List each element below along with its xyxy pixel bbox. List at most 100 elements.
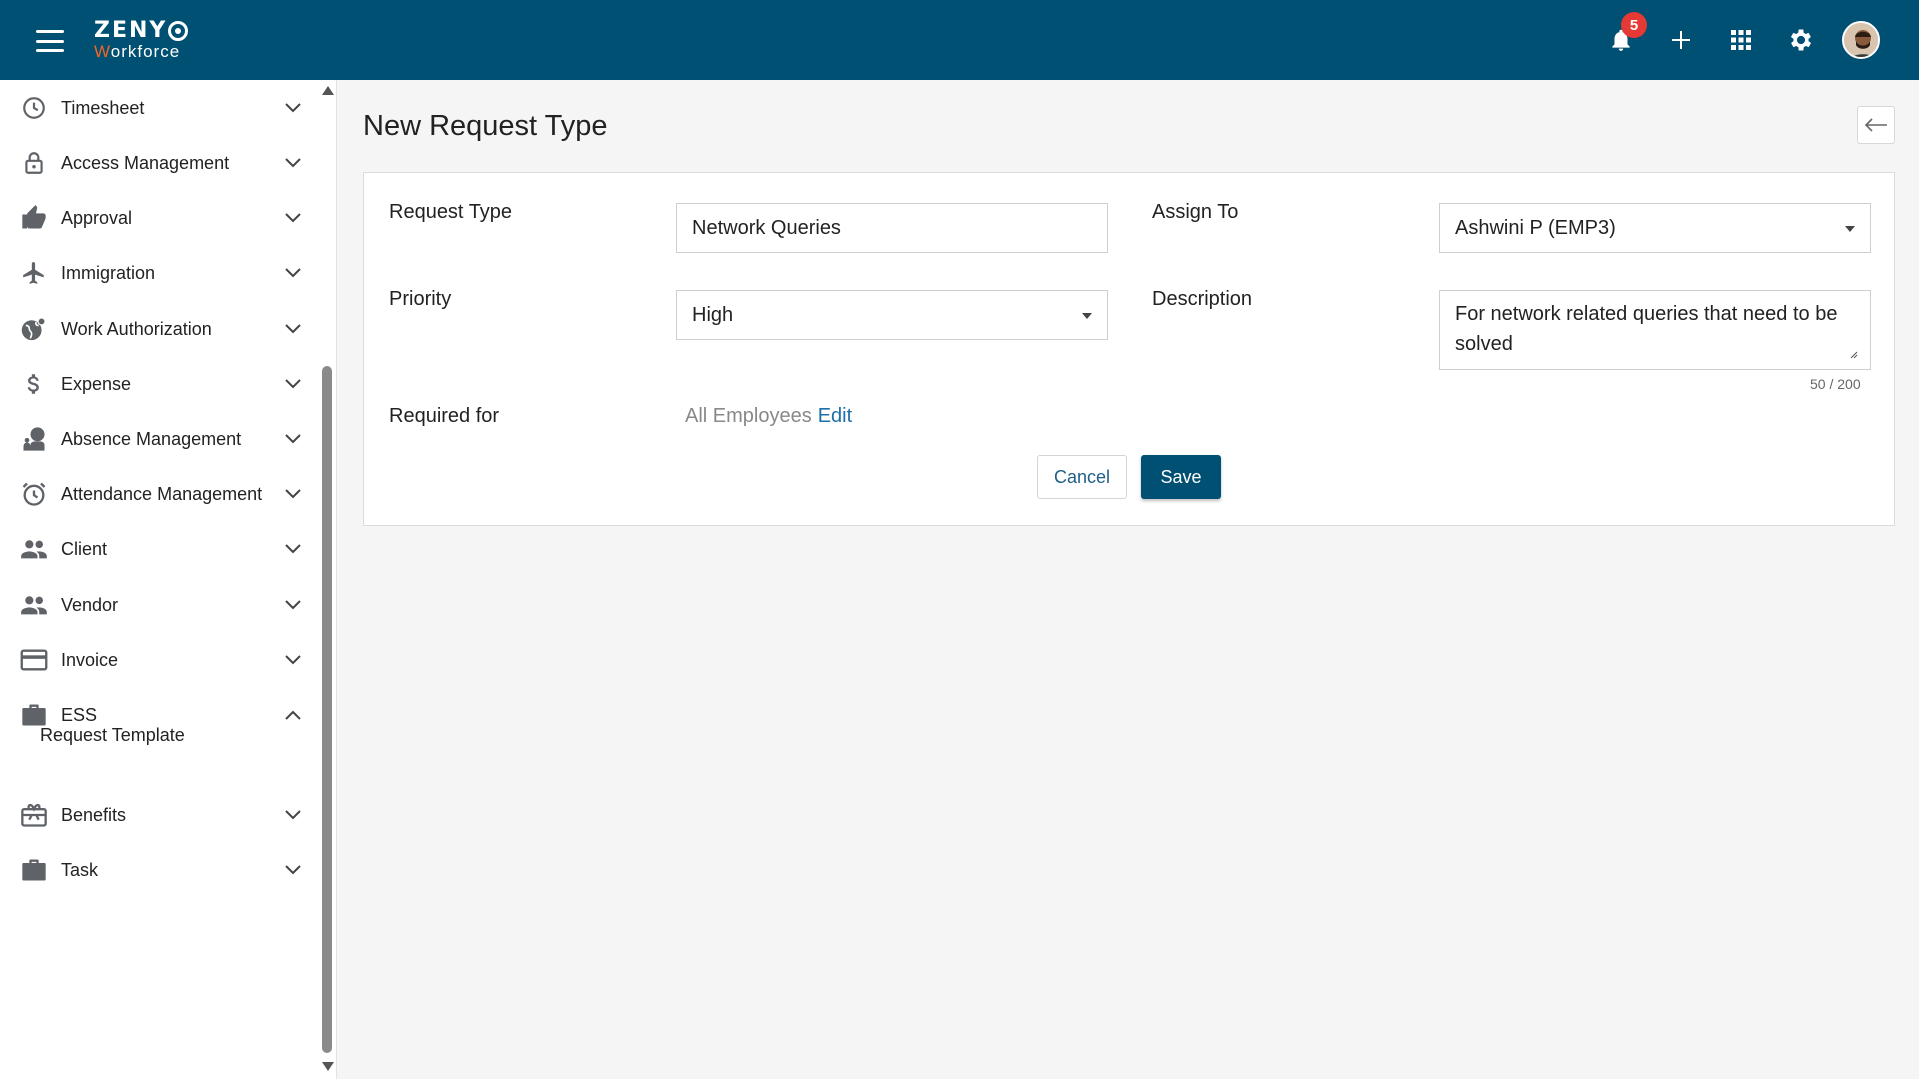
gear-icon	[1790, 29, 1812, 51]
sidebar-item-task[interactable]: Task	[0, 842, 318, 898]
sidebar: Timesheet Access Management Approval Imm…	[0, 80, 337, 1079]
sidebar-item-label: Client	[61, 538, 108, 559]
chevron-down-icon[interactable]	[284, 540, 302, 558]
chevron-down-icon[interactable]	[284, 596, 302, 614]
sidebar-item-label: Attendance Management	[61, 483, 263, 504]
dropdown-arrow-icon	[1082, 313, 1092, 319]
dropdown-arrow-icon	[1845, 226, 1855, 232]
sidebar-item-access-management[interactable]: Access Management	[0, 135, 318, 191]
description-label: Description	[1152, 288, 1253, 310]
request-type-label: Request Type	[389, 201, 513, 223]
sidebar-item-approval[interactable]: Approval	[0, 190, 318, 246]
sidebar-item-benefits[interactable]: Benefits	[0, 787, 318, 843]
assign-to-select[interactable]: Ashwini P (EMP3)	[1439, 203, 1871, 253]
request-type-form: Request Type Network Queries Assign To A…	[363, 172, 1895, 526]
request-type-input[interactable]: Network Queries	[676, 203, 1108, 253]
sidebar-item-label: Absence Management	[61, 428, 242, 449]
save-button[interactable]: Save	[1141, 455, 1221, 499]
sidebar-item-expense[interactable]: Expense	[0, 356, 318, 412]
chevron-down-icon[interactable]	[284, 320, 302, 338]
chevron-down-icon[interactable]	[284, 806, 302, 824]
sidebar-item-label: Expense	[61, 373, 132, 394]
logo-text: ZENY	[94, 18, 168, 43]
required-for-value: All Employees Edit	[685, 405, 852, 428]
briefcase-icon	[20, 856, 48, 884]
description-textarea[interactable]: For network related queries that need to…	[1439, 290, 1871, 370]
chevron-down-icon[interactable]	[284, 430, 302, 448]
scroll-down-arrow-icon[interactable]	[322, 1062, 334, 1071]
scroll-up-arrow-icon[interactable]	[322, 86, 334, 95]
sidebar-item-vendor[interactable]: Vendor	[0, 577, 318, 633]
chevron-down-icon[interactable]	[284, 485, 302, 503]
description-char-counter: 50 / 200	[1810, 376, 1861, 392]
sidebar-scrollbar[interactable]	[318, 80, 336, 1079]
person-leave-icon	[20, 425, 48, 453]
user-menu-button[interactable]	[1831, 18, 1891, 62]
sidebar-item-label: Task	[61, 859, 99, 880]
sidebar-item-attendance-management[interactable]: Attendance Management	[0, 466, 318, 522]
sidebar-item-label: Access Management	[61, 152, 230, 173]
logo-subtext: orkforce	[110, 42, 181, 61]
sidebar-item-immigration[interactable]: Immigration	[0, 245, 318, 301]
sidebar-item-label: Approval	[61, 207, 133, 228]
thumbs-up-icon	[20, 204, 48, 232]
assign-to-label: Assign To	[1152, 201, 1239, 223]
priority-select[interactable]: High	[676, 290, 1108, 340]
chevron-down-icon[interactable]	[284, 861, 302, 879]
resize-grip-icon[interactable]	[1850, 351, 1858, 359]
sidebar-subitem-request-template[interactable]: Request Template	[40, 725, 185, 746]
cancel-button[interactable]: Cancel	[1037, 455, 1127, 499]
apps-grid-icon	[1731, 30, 1751, 50]
required-for-label: Required for	[389, 405, 500, 427]
notification-badge: 5	[1621, 12, 1647, 38]
chevron-down-icon[interactable]	[284, 375, 302, 393]
required-for-edit-link[interactable]: Edit	[818, 405, 852, 427]
chevron-down-icon[interactable]	[284, 209, 302, 227]
logo-subtext-initial: W	[94, 42, 111, 61]
description-value: For network related queries that need to…	[1455, 303, 1838, 355]
apps-button[interactable]	[1711, 18, 1771, 62]
scrollbar-thumb[interactable]	[322, 366, 332, 1053]
sidebar-item-absence-management[interactable]: Absence Management	[0, 411, 318, 467]
credit-card-icon	[20, 646, 48, 674]
sidebar-item-label: ESS	[61, 704, 98, 725]
people-icon	[20, 591, 48, 619]
sidebar-item-label: Timesheet	[61, 97, 145, 118]
gift-card-icon	[20, 801, 48, 829]
settings-button[interactable]	[1771, 18, 1831, 62]
menu-icon[interactable]	[36, 30, 64, 52]
lock-icon	[20, 149, 48, 177]
dollar-icon	[20, 370, 48, 398]
page-title: New Request Type	[363, 110, 608, 142]
chevron-down-icon[interactable]	[284, 264, 302, 282]
sidebar-item-work-authorization[interactable]: Work Authorization	[0, 301, 318, 357]
chevron-down-icon[interactable]	[284, 99, 302, 117]
sidebar-item-label: Immigration	[61, 262, 156, 283]
arrow-left-icon	[1864, 118, 1887, 132]
priority-value: High	[692, 303, 734, 326]
add-button[interactable]	[1651, 18, 1711, 62]
sidebar-item-label: Vendor	[61, 594, 119, 615]
chevron-up-icon[interactable]	[284, 706, 302, 724]
back-button[interactable]	[1857, 106, 1895, 144]
alarm-clock-icon	[20, 480, 48, 508]
top-app-bar: ZENY Workforce 5	[0, 0, 1919, 80]
globe-person-icon	[20, 315, 48, 343]
chevron-down-icon[interactable]	[284, 154, 302, 172]
clock-icon	[20, 94, 48, 122]
people-icon	[20, 535, 48, 563]
airplane-icon	[20, 259, 48, 287]
avatar	[1842, 21, 1880, 59]
plus-icon	[1672, 31, 1690, 49]
chevron-down-icon[interactable]	[284, 651, 302, 669]
sidebar-item-label: Invoice	[61, 649, 119, 670]
sidebar-item-label: Benefits	[61, 804, 127, 825]
sidebar-item-label: Work Authorization	[61, 318, 212, 339]
notifications-button[interactable]: 5	[1591, 12, 1651, 62]
app-logo[interactable]: ZENY Workforce	[94, 18, 189, 61]
assign-to-value: Ashwini P (EMP3)	[1455, 216, 1616, 239]
sidebar-item-timesheet[interactable]: Timesheet	[0, 80, 318, 136]
sidebar-item-invoice[interactable]: Invoice	[0, 632, 318, 688]
sidebar-item-client[interactable]: Client	[0, 521, 318, 577]
priority-label: Priority	[389, 288, 452, 310]
